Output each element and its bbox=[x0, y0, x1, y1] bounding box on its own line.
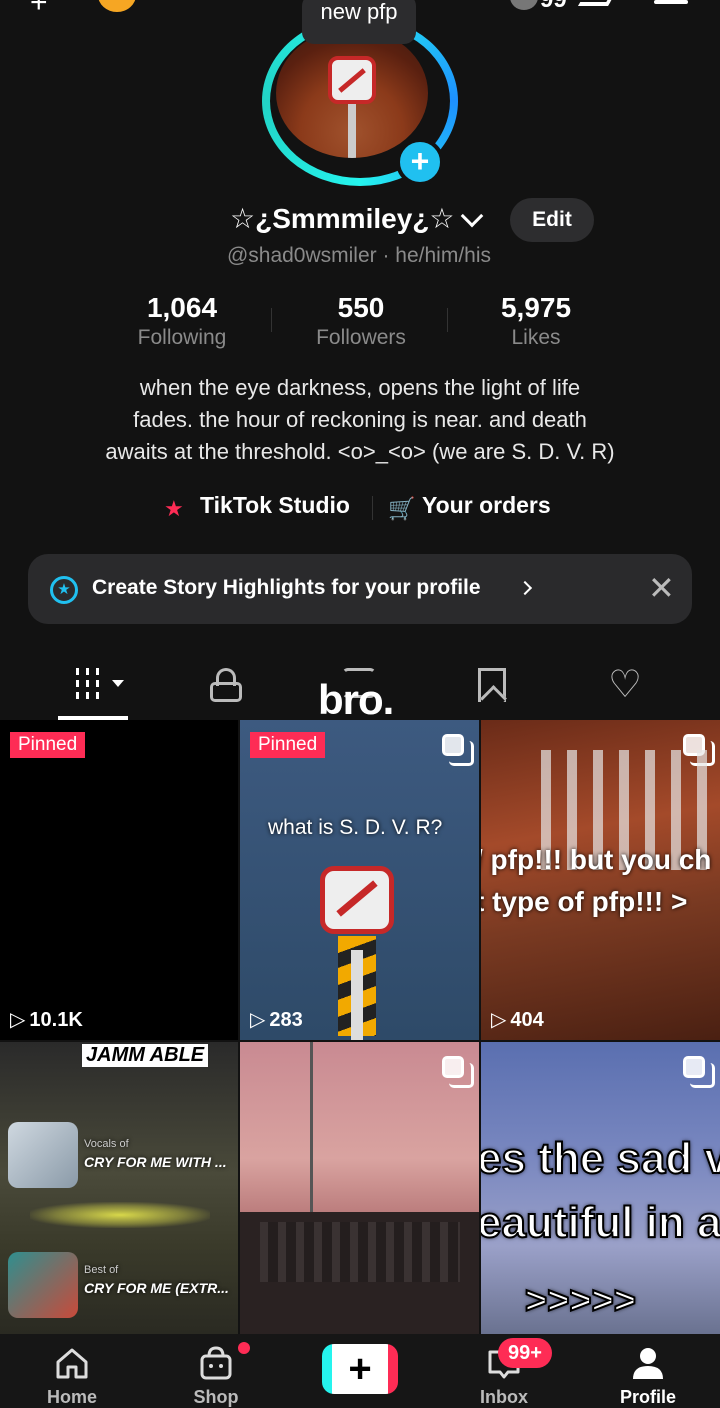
nav-home[interactable]: Home bbox=[12, 1334, 132, 1408]
video-caption: t type of pfp!!! > bbox=[481, 886, 688, 917]
lock-icon bbox=[210, 668, 242, 702]
username-handle: @shad0wsmiler · he/him/his bbox=[226, 244, 492, 267]
waveform bbox=[30, 1202, 210, 1228]
tiktok-studio-link[interactable]: TikTok Studio bbox=[200, 492, 350, 519]
edit-profile-button[interactable]: Edit bbox=[510, 198, 594, 242]
bookmark-icon bbox=[478, 668, 506, 702]
divider bbox=[372, 496, 373, 520]
video-tile[interactable] bbox=[240, 1042, 479, 1334]
chevron-down-icon[interactable] bbox=[460, 204, 484, 228]
tab-liked[interactable]: ♡ bbox=[584, 654, 664, 720]
no-sign-icon bbox=[320, 866, 394, 934]
video-caption: es the sad v bbox=[481, 1133, 720, 1184]
no-sign-icon bbox=[328, 56, 376, 104]
video-tile[interactable]: Pinned 10.1K bbox=[0, 720, 238, 1040]
profile-stats: 1,064 Following 550 Followers 5,975 Like… bbox=[0, 292, 720, 356]
video-tile[interactable]: es the sad v eautiful in a >>>>> bbox=[481, 1042, 720, 1334]
photo-carousel-icon bbox=[683, 1056, 715, 1088]
pinned-badge: Pinned bbox=[250, 732, 326, 758]
avatar-image bbox=[276, 28, 428, 158]
footprint-icon[interactable] bbox=[577, 0, 617, 6]
stat-following[interactable]: 1,064 Following bbox=[102, 292, 262, 350]
view-count: 404 bbox=[491, 1007, 543, 1032]
caret-down-icon bbox=[112, 680, 124, 687]
display-name[interactable]: ☆¿Smmmiley¿☆ bbox=[230, 202, 454, 235]
stat-followers[interactable]: 550 Followers bbox=[281, 292, 441, 350]
your-orders-link[interactable]: Your orders bbox=[422, 492, 551, 519]
shopping-bag-icon bbox=[200, 1346, 232, 1380]
story-highlights-banner[interactable]: ★ Create Story Highlights for your profi… bbox=[28, 554, 692, 624]
divider bbox=[447, 308, 448, 332]
pinned-badge: Pinned bbox=[10, 732, 86, 758]
view-count: 283 bbox=[250, 1007, 302, 1032]
notification-dot bbox=[238, 1342, 250, 1354]
heart-icon: ♡ bbox=[608, 664, 643, 706]
studio-icon: ★ bbox=[164, 496, 184, 521]
name-row: ☆¿Smmmiley¿☆ Edit bbox=[0, 198, 720, 246]
photo-carousel-icon bbox=[442, 1056, 474, 1088]
add-story-icon[interactable]: + bbox=[396, 138, 444, 186]
video-tile[interactable]: / pfp!!! but you ch t type of pfp!!! > 4… bbox=[481, 720, 720, 1040]
profile-bio: when the eye darkness, opens the light o… bbox=[105, 375, 615, 464]
track-title: CRY FOR ME WITH ... bbox=[84, 1154, 227, 1170]
video-tile[interactable]: Pinned what is S. D. V. R? 283 bbox=[240, 720, 479, 1040]
nav-profile[interactable]: Profile bbox=[588, 1334, 708, 1408]
cart-icon: 🛒 bbox=[388, 496, 416, 521]
grid-icon bbox=[74, 668, 104, 700]
video-caption: >>>>> bbox=[524, 1279, 637, 1323]
home-icon bbox=[56, 1348, 88, 1379]
video-tile[interactable]: JAMM ABLE Vocals of CRY FOR ME WITH ... … bbox=[0, 1042, 238, 1334]
star-badge-icon: ★ bbox=[50, 576, 78, 604]
chevron-right-icon bbox=[517, 580, 533, 596]
photo-carousel-icon bbox=[442, 734, 474, 766]
divider bbox=[271, 308, 272, 332]
track-thumbnail bbox=[8, 1252, 78, 1318]
bottom-nav: Home Shop + Inbox 99+ Profile bbox=[0, 1334, 720, 1408]
jammable-logo: JAMM ABLE bbox=[82, 1044, 209, 1067]
inbox-badge: 99+ bbox=[498, 1338, 552, 1368]
story-highlights-text: Create Story Highlights for your profile bbox=[92, 576, 481, 599]
menu-icon[interactable] bbox=[654, 0, 688, 4]
track-title: CRY FOR ME (EXTR... bbox=[84, 1280, 229, 1296]
video-grid: Pinned 10.1K Pinned what is S. D. V. R? … bbox=[0, 720, 720, 1334]
friends-avatar-icon[interactable] bbox=[510, 0, 538, 10]
video-caption: what is S. D. V. R? bbox=[268, 816, 443, 839]
view-count: 10.1K bbox=[10, 1007, 82, 1032]
profile-links: ★ TikTok Studio 🛒 Your orders bbox=[0, 488, 720, 528]
close-icon[interactable]: ✕ bbox=[648, 570, 675, 606]
stat-likes[interactable]: 5,975 Likes bbox=[456, 292, 616, 350]
nav-shop[interactable]: Shop bbox=[156, 1334, 276, 1408]
video-caption: eautiful in a bbox=[481, 1197, 720, 1248]
track-thumbnail bbox=[8, 1122, 78, 1188]
create-button[interactable]: + bbox=[322, 1344, 398, 1394]
thoughts-icon[interactable]: 99 bbox=[540, 0, 567, 14]
tab-favorites[interactable] bbox=[454, 654, 534, 720]
video-caption: / pfp!!! but you ch bbox=[481, 844, 712, 875]
tab-videos[interactable] bbox=[58, 654, 138, 720]
overlay-text: bro. bbox=[318, 676, 394, 723]
add-account-icon[interactable]: + bbox=[30, 0, 48, 18]
coin-icon[interactable] bbox=[98, 0, 136, 12]
person-icon bbox=[633, 1348, 663, 1379]
new-pfp-tooltip: new pfp bbox=[302, 0, 416, 44]
tab-private[interactable] bbox=[186, 654, 266, 720]
